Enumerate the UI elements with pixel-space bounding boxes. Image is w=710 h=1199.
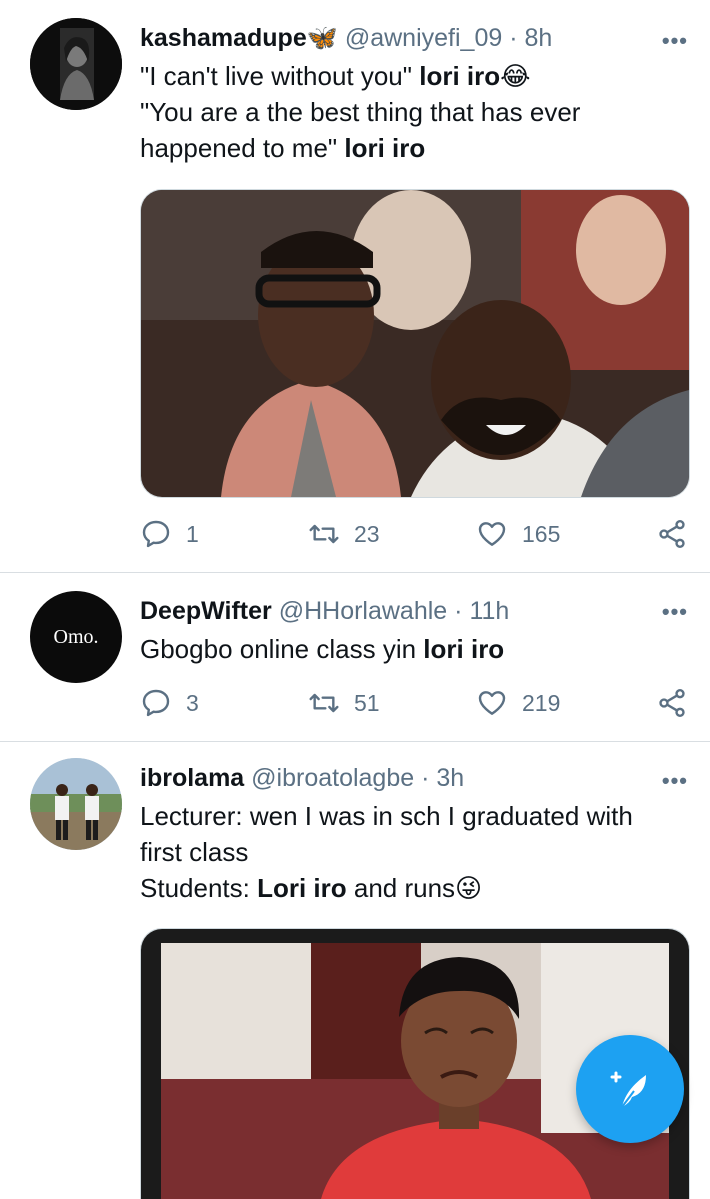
hashtag-text[interactable]: lori iro <box>419 61 500 91</box>
heart-icon <box>478 691 506 715</box>
heart-icon <box>478 522 506 546</box>
avatar-ibrolama[interactable] <box>30 758 122 850</box>
tweet-1[interactable]: kashamadupe🦋 @awniyefi_09 · 8h ••• "I ca… <box>0 0 710 573</box>
like-count: 219 <box>522 689 561 716</box>
tweet-text-line: Lecturer: wen I was in sch I graduated w… <box>140 801 633 831</box>
tweet-text: Gbogbo online class yin lori iro <box>140 631 690 667</box>
retweet-button[interactable]: 51 <box>308 687 380 719</box>
reply-icon <box>142 520 170 548</box>
like-count: 165 <box>522 520 561 547</box>
reply-count: 3 <box>186 689 199 716</box>
like-button[interactable]: 219 <box>476 687 560 719</box>
laughing-emoji: 😂 <box>500 61 531 91</box>
author-handle[interactable]: @ibroatolagbe <box>251 764 414 792</box>
retweet-count: 51 <box>354 689 380 716</box>
avatar-deepwifter[interactable]: Omo. <box>30 591 122 683</box>
reply-count: 1 <box>186 520 199 547</box>
share-button[interactable] <box>656 518 688 550</box>
separator-dot: · <box>509 24 518 52</box>
reply-button[interactable]: 1 <box>140 518 199 550</box>
tweet-text-line: Gbogbo online class yin <box>140 634 424 664</box>
tweet-text-line: Students: <box>140 873 258 903</box>
hashtag-text[interactable]: lori iro <box>344 133 425 163</box>
tweet-time[interactable]: 3h <box>436 764 464 792</box>
avatar-text: Omo. <box>53 625 99 648</box>
more-icon[interactable]: ••• <box>662 30 688 52</box>
hashtag-text[interactable]: lori iro <box>423 634 504 664</box>
compose-tweet-icon <box>610 1071 646 1108</box>
retweet-icon <box>309 524 339 544</box>
tweet-2[interactable]: Omo. DeepWifter @HHorlawahle · 11h ••• G… <box>0 573 710 742</box>
butterfly-emoji: 🦋 <box>306 24 338 52</box>
separator-dot: · <box>454 597 463 625</box>
separator-dot: · <box>421 764 430 792</box>
tweet-text-line: happened to me" <box>140 133 345 163</box>
retweet-icon <box>309 693 339 713</box>
author-handle[interactable]: @HHorlawahle <box>279 597 448 625</box>
reply-button[interactable]: 3 <box>140 687 199 719</box>
tweet-text: "I can't live without you" lori iro😂 "Yo… <box>140 58 690 166</box>
tweet-text: Lecturer: wen I was in sch I graduated w… <box>140 798 690 906</box>
share-icon <box>659 520 685 548</box>
author-name[interactable]: kashamadupe <box>140 24 307 52</box>
tweet-time[interactable]: 8h <box>525 24 553 52</box>
avatar-kashamadupe[interactable] <box>30 18 122 110</box>
tweet-photo[interactable] <box>140 189 690 498</box>
reply-icon <box>142 689 170 717</box>
tweet-text-line: "I can't live without you" <box>140 61 420 91</box>
retweet-button[interactable]: 23 <box>308 518 380 550</box>
winking-tongue-emoji: 😜 <box>455 873 483 903</box>
hashtag-text[interactable]: Lori iro <box>257 873 347 903</box>
compose-tweet-button[interactable] <box>576 1035 684 1143</box>
more-icon[interactable]: ••• <box>662 770 688 792</box>
tweet-text-line: "You are a the best thing that has ever <box>140 97 581 127</box>
share-button[interactable] <box>656 687 688 719</box>
retweet-count: 23 <box>354 520 380 547</box>
tweet-text-line: first class <box>140 837 249 867</box>
author-handle[interactable]: @awniyefi_09 <box>345 24 502 52</box>
tweet-text-line: and runs <box>346 873 456 903</box>
share-icon <box>659 689 685 717</box>
tweet-time[interactable]: 11h <box>469 597 509 625</box>
author-name[interactable]: DeepWifter <box>140 597 272 625</box>
author-name[interactable]: ibrolama <box>140 764 244 792</box>
more-icon[interactable]: ••• <box>662 601 688 623</box>
like-button[interactable]: 165 <box>476 518 560 550</box>
